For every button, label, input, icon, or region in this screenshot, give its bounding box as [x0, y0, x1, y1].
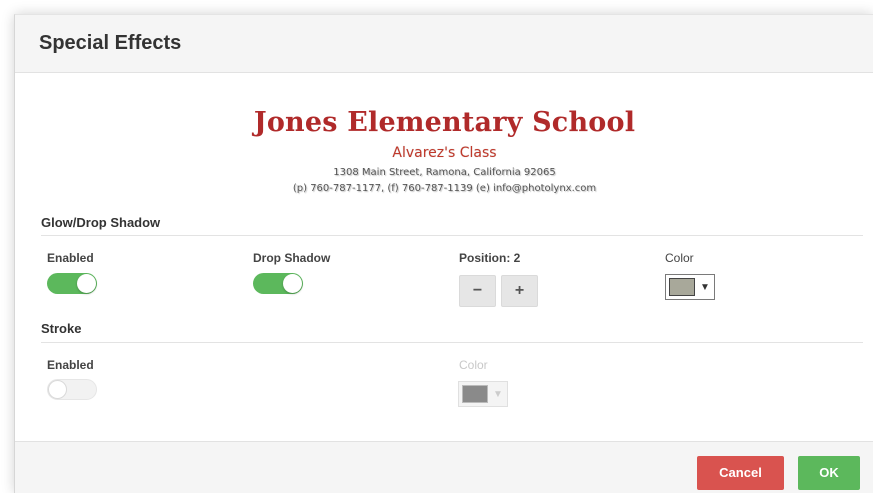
- stroke-enabled-toggle[interactable]: [47, 379, 97, 400]
- position-decrease-button[interactable]: −: [459, 275, 496, 307]
- position-increase-button[interactable]: +: [501, 275, 538, 307]
- glow-enabled-label: Enabled: [47, 251, 94, 265]
- glow-section-title: Glow/Drop Shadow: [41, 215, 161, 230]
- preview-address: 1308 Main Street, Ramona, California 920…: [333, 167, 556, 178]
- chevron-down-icon: ▼: [493, 388, 503, 400]
- stroke-color-swatch: [462, 385, 488, 403]
- stroke-enabled-label: Enabled: [47, 358, 94, 372]
- preview-school-name: Jones Elementary School: [253, 107, 636, 138]
- dialog-header: Special Effects: [15, 15, 873, 73]
- chevron-down-icon: ▼: [700, 281, 710, 293]
- stroke-color-label: Color: [459, 358, 488, 372]
- glow-color-label: Color: [665, 251, 694, 265]
- cancel-button[interactable]: Cancel: [697, 456, 784, 490]
- glow-color-swatch: [669, 278, 695, 296]
- toggle-knob: [48, 380, 67, 399]
- dialog-footer: Cancel OK: [15, 441, 873, 493]
- drop-shadow-label: Drop Shadow: [253, 251, 331, 265]
- toggle-knob: [77, 274, 96, 293]
- glow-section-divider: [41, 235, 863, 236]
- preview-contact: (p) 760-787-1177, (f) 760-787-1139 (e) i…: [292, 183, 597, 194]
- stroke-color-picker[interactable]: ▼: [458, 381, 508, 407]
- position-label: Position: 2: [459, 251, 521, 265]
- dialog-title: Special Effects: [39, 32, 182, 54]
- special-effects-dialog: Special Effects Jones Elementary School …: [14, 14, 873, 493]
- stroke-section-title: Stroke: [41, 321, 82, 336]
- ok-button[interactable]: OK: [798, 456, 860, 490]
- drop-shadow-toggle[interactable]: [253, 273, 303, 294]
- glow-enabled-toggle[interactable]: [47, 273, 97, 294]
- glow-color-picker[interactable]: ▼: [665, 274, 715, 300]
- preview-class-name: Alvarez's Class: [392, 145, 497, 161]
- toggle-knob: [283, 274, 302, 293]
- stroke-section-divider: [41, 342, 863, 343]
